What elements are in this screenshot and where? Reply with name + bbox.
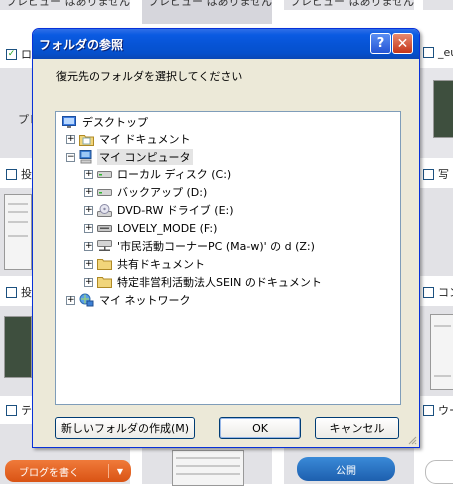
tree-node-drive-d[interactable]: バックアップ (D:) [96, 184, 209, 200]
checkbox-icon [423, 168, 434, 180]
item-label: 写 [438, 168, 449, 181]
item-checkbox[interactable]: テ [6, 402, 32, 418]
desktop-icon [61, 115, 77, 129]
dialog-prompt: 復元先のフォルダを選択してください [56, 70, 243, 83]
tree-node-label: '市民活動コーナーPC (Ma-w)' の d (Z:) [117, 240, 315, 253]
my-computer-icon [78, 150, 94, 164]
item-label: テ [21, 404, 32, 417]
my-network-icon [78, 293, 94, 307]
page-thumbnail [172, 450, 244, 486]
cancel-label: キャンセル [329, 422, 385, 435]
tree-node-my-documents[interactable]: マイ ドキュメント [78, 131, 193, 147]
expand-toggle[interactable]: + [84, 242, 93, 251]
item-label: ロ [21, 48, 32, 61]
write-blog-button[interactable]: ブログを書く ▼ [5, 460, 131, 482]
tree-node-desktop[interactable]: デスクトップ [61, 114, 150, 130]
tree-node-label: デスクトップ [82, 116, 148, 129]
network-drive-icon [96, 239, 112, 253]
tree-node-sein-documents[interactable]: 特定非営利活動法人SEIN のドキュメント [96, 274, 324, 290]
checkbox-icon [6, 286, 17, 298]
expand-toggle[interactable]: + [66, 135, 75, 144]
item-checkbox[interactable]: ウー [423, 402, 453, 418]
ok-label: OK [252, 421, 268, 435]
folder-icon [96, 275, 112, 289]
ok-button[interactable]: OK [219, 417, 301, 439]
tree-node-drive-z[interactable]: '市民活動コーナーPC (Ma-w)' の d (Z:) [96, 238, 317, 254]
new-folder-button[interactable]: 新しいフォルダの作成(M) [55, 417, 195, 439]
checkbox-icon [6, 404, 17, 416]
item-checkbox[interactable]: _eu [423, 46, 453, 59]
item-checkbox[interactable]: 写 [423, 166, 449, 182]
preview-unavailable-text: プレビュー はありません [290, 0, 415, 8]
help-icon: ? [376, 36, 385, 51]
expand-toggle[interactable]: + [84, 260, 93, 269]
publish-button[interactable]: 公開 [297, 457, 395, 481]
checkbox-checked-icon: ✓ [6, 48, 17, 60]
dialog-title: フォルダの参照 [39, 37, 124, 52]
item-label: _eu [438, 46, 453, 59]
tree-node-label: マイ ドキュメント [99, 133, 191, 146]
checkbox-icon [423, 47, 434, 58]
tree-node-drive-e[interactable]: DVD-RW ドライブ (E:) [96, 202, 236, 218]
page-thumbnail [4, 316, 32, 378]
tree-node-label: 共有ドキュメント [117, 258, 205, 271]
hard-disk-icon [96, 167, 112, 181]
browse-folder-dialog: フォルダの参照 ? ✕ 復元先のフォルダを選択してください デスクトップ + マ… [32, 28, 420, 448]
tree-node-shared-documents[interactable]: 共有ドキュメント [96, 256, 207, 272]
page-thumbnail [433, 80, 453, 138]
item-checkbox[interactable]: コン [423, 284, 453, 300]
tree-node-label: マイ コンピュータ [97, 149, 193, 165]
expand-toggle[interactable]: + [84, 170, 93, 179]
resize-grip-icon[interactable] [407, 435, 417, 445]
expand-toggle[interactable]: + [84, 278, 93, 287]
removable-disk-icon [96, 221, 112, 235]
expand-toggle[interactable]: + [84, 188, 93, 197]
hard-disk-icon [96, 185, 112, 199]
dialog-titlebar[interactable]: フォルダの参照 ? ✕ [33, 29, 419, 59]
close-button[interactable]: ✕ [392, 33, 413, 54]
page-thumbnail [4, 194, 32, 270]
preview-cell [423, 0, 453, 10]
dropdown-arrow-icon[interactable]: ▼ [109, 467, 131, 476]
expand-toggle[interactable]: + [84, 206, 93, 215]
expand-toggle[interactable]: + [84, 224, 93, 233]
folder-icon [96, 257, 112, 271]
tree-node-label: 特定非営利活動法人SEIN のドキュメント [117, 276, 322, 289]
close-icon: ✕ [396, 35, 409, 52]
tree-node-drive-f[interactable]: LOVELY_MODE (F:) [96, 220, 219, 236]
item-checkbox[interactable]: 投 [6, 166, 32, 182]
item-checkbox[interactable]: 投 [6, 284, 32, 300]
write-blog-label: ブログを書く [19, 467, 79, 479]
expand-toggle[interactable]: + [66, 296, 75, 305]
checkbox-icon [423, 404, 434, 416]
item-label: ウー [438, 404, 453, 417]
checkbox-icon [423, 286, 434, 298]
tree-node-my-network[interactable]: マイ ネットワーク [78, 292, 193, 308]
tree-node-label: バックアップ (D:) [117, 186, 208, 199]
cancel-button[interactable]: キャンセル [315, 417, 399, 439]
tree-node-my-computer[interactable]: マイ コンピュータ [78, 149, 193, 165]
tree-node-label: DVD-RW ドライブ (E:) [117, 204, 234, 217]
tree-node-label: ローカル ディスク (C:) [117, 168, 232, 181]
dvd-drive-icon [96, 203, 112, 217]
item-label: 投 [21, 168, 32, 181]
tree-node-drive-c[interactable]: ローカル ディスク (C:) [96, 166, 233, 182]
tree-node-label: LOVELY_MODE (F:) [117, 221, 218, 235]
help-button[interactable]: ? [370, 33, 391, 54]
partial-button[interactable] [425, 460, 453, 484]
publish-label: 公開 [336, 465, 356, 477]
page-thumbnail [430, 314, 453, 390]
tree-node-label: マイ ネットワーク [99, 294, 191, 307]
preview-unavailable-text: プレビュー はありません [148, 0, 273, 8]
item-checkbox[interactable]: ✓ ロ [6, 46, 32, 62]
folder-tree[interactable]: デスクトップ + マイ ドキュメント − マイ コンピュータ + ローカル ディ… [55, 111, 401, 405]
my-documents-icon [78, 132, 94, 146]
preview-cell [420, 188, 453, 276]
preview-unavailable-text: プレビュー はありません [6, 0, 131, 8]
item-label: コン [438, 286, 453, 299]
collapse-toggle[interactable]: − [66, 153, 75, 162]
new-folder-label: 新しいフォルダの作成(M) [60, 422, 190, 435]
item-label: 投 [21, 286, 32, 299]
checkbox-icon [6, 168, 17, 180]
